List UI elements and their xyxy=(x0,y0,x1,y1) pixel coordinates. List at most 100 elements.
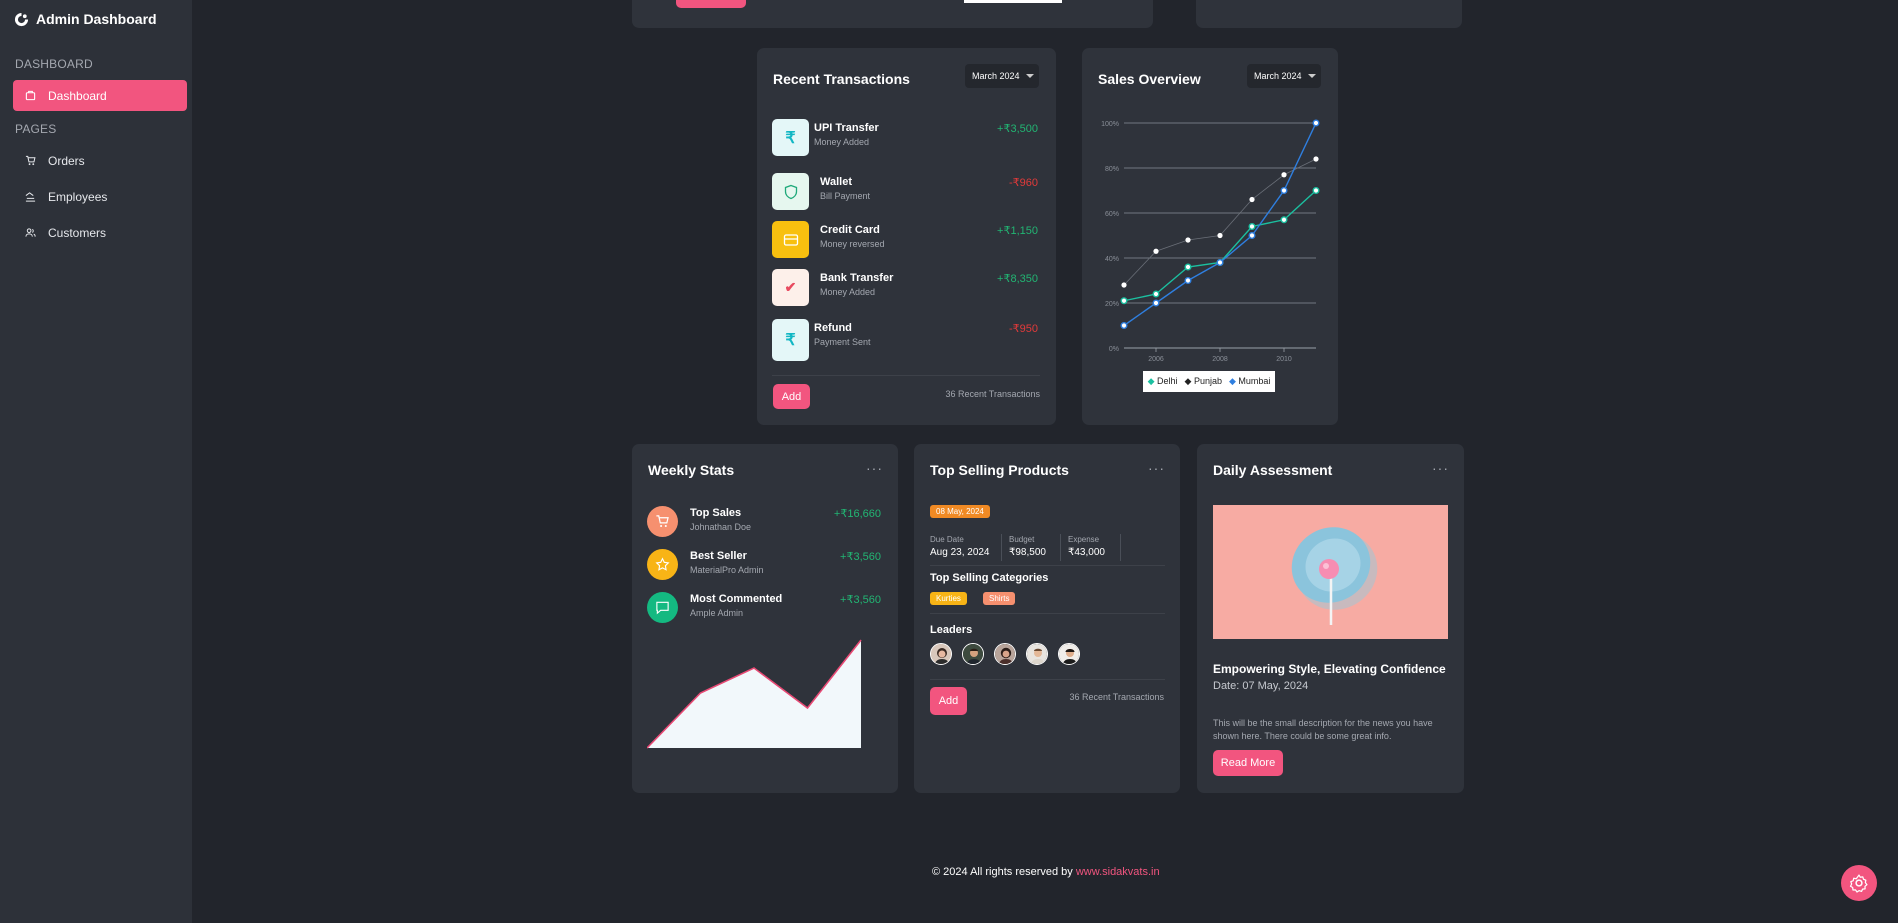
stat-amount: +₹3,560 xyxy=(840,551,881,563)
divider xyxy=(930,679,1165,680)
month-dropdown[interactable]: March 2024 xyxy=(1247,64,1321,88)
transaction-amount: +₹1,150 xyxy=(997,225,1038,237)
logo-icon xyxy=(14,12,29,26)
sparkline-area xyxy=(647,640,861,748)
check-icon: ✔ xyxy=(772,269,809,306)
budget-value: ₹98,500 xyxy=(1009,547,1046,558)
add-transaction-button[interactable]: Add xyxy=(773,384,810,409)
news-headline[interactable]: Empowering Style, Elevating Confidence xyxy=(1213,662,1446,676)
top-card-input[interactable] xyxy=(964,0,1062,3)
shield-icon xyxy=(772,173,809,210)
section-pages-label: PAGES xyxy=(15,122,57,136)
data-point xyxy=(1216,258,1224,266)
legend-item-delhi: ◆ Delhi xyxy=(1147,376,1178,386)
transaction-row[interactable]: ₹ UPI Transfer Money Added +₹3,500 xyxy=(772,119,1038,163)
transaction-row[interactable]: Wallet Bill Payment -₹960 xyxy=(772,173,1038,217)
stat-title: Top Sales xyxy=(690,507,742,519)
card-title: Recent Transactions xyxy=(773,71,910,87)
avatar[interactable] xyxy=(930,643,952,665)
app-title: Admin Dashboard xyxy=(36,11,157,27)
month-dropdown[interactable]: March 2024 xyxy=(965,64,1039,88)
series-line-delhi xyxy=(1123,189,1317,302)
data-point xyxy=(1152,299,1160,307)
data-point xyxy=(1312,119,1320,127)
data-point xyxy=(1312,186,1320,194)
avatar[interactable] xyxy=(1058,643,1080,665)
stat-sub: Ample Admin xyxy=(690,608,744,618)
leaders-title: Leaders xyxy=(930,624,973,636)
divider xyxy=(772,375,1040,376)
sidebar-item-orders[interactable]: Orders xyxy=(13,145,187,176)
card-title: Top Selling Products xyxy=(930,462,1069,478)
stat-title: Most Commented xyxy=(690,593,783,605)
transactions-count: 36 Recent Transactions xyxy=(945,389,1040,399)
footer: © 2024 All rights reserved by www.sidakv… xyxy=(932,866,1160,878)
data-point xyxy=(1280,216,1288,224)
transaction-row[interactable]: ✔ Bank Transfer Money Added +₹8,350 xyxy=(772,269,1038,313)
transaction-amount: +₹3,500 xyxy=(997,123,1038,135)
y-tick-label: 60% xyxy=(1105,211,1119,218)
more-options-icon[interactable]: ··· xyxy=(866,460,883,476)
data-point xyxy=(1120,321,1128,329)
transaction-row[interactable]: Credit Card Money reversed +₹1,150 xyxy=(772,221,1038,265)
sidebar-item-customers[interactable]: Customers xyxy=(13,217,187,248)
transaction-amount: -₹960 xyxy=(1008,177,1038,189)
transaction-sub: Money reversed xyxy=(820,239,885,249)
data-point xyxy=(1248,231,1256,239)
users-icon xyxy=(25,228,36,237)
employees-icon xyxy=(25,192,36,202)
more-options-icon[interactable]: ··· xyxy=(1432,460,1449,476)
transaction-title: Wallet xyxy=(820,176,852,188)
top-card-button[interactable] xyxy=(676,0,746,8)
add-product-button[interactable]: Add xyxy=(930,687,967,715)
card-title: Weekly Stats xyxy=(648,462,735,478)
data-point xyxy=(1121,282,1127,288)
y-tick-label: 0% xyxy=(1109,346,1119,353)
data-point xyxy=(1217,232,1223,239)
settings-button[interactable] xyxy=(1841,865,1877,901)
stat-row[interactable]: Most Commented Ample Admin +₹3,560 xyxy=(647,592,881,626)
transaction-sub: Payment Sent xyxy=(814,337,871,347)
top-card-left xyxy=(632,0,1153,28)
stat-row[interactable]: Top Sales Johnathan Doe +₹16,660 xyxy=(647,506,881,540)
footer-text: © 2024 All rights reserved by xyxy=(932,866,1076,878)
divider xyxy=(1120,534,1121,561)
stat-amount: +₹3,560 xyxy=(840,594,881,606)
read-more-button[interactable]: Read More xyxy=(1213,750,1283,776)
data-point xyxy=(1281,172,1287,178)
sidebar-item-label: Orders xyxy=(48,153,85,168)
cart-icon xyxy=(25,155,36,166)
legend-item-mumbai: ◆ Mumbai xyxy=(1228,376,1271,386)
avatar[interactable] xyxy=(962,643,984,665)
avatar[interactable] xyxy=(1026,643,1048,665)
brand[interactable]: Admin Dashboard xyxy=(14,11,157,27)
stat-sub: Johnathan Doe xyxy=(690,522,752,532)
due-date-label: Due Date xyxy=(930,535,964,544)
sidebar-item-dashboard[interactable]: Dashboard xyxy=(13,80,187,111)
stat-amount: +₹16,660 xyxy=(833,508,881,520)
legend-item-punjab: ◆ Punjab xyxy=(1184,376,1222,386)
categories-title: Top Selling Categories xyxy=(930,572,1049,584)
dropdown-value: March 2024 xyxy=(972,71,1020,81)
sidebar-item-employees[interactable]: Employees xyxy=(13,181,187,212)
sidebar: Admin Dashboard DASHBOARD Dashboard PAGE… xyxy=(0,0,192,923)
stat-row[interactable]: Best Seller MaterialPro Admin +₹3,560 xyxy=(647,549,881,583)
avatar[interactable] xyxy=(994,643,1016,665)
weekly-area-chart xyxy=(647,639,862,749)
chart-legend: ◆ Delhi ◆ Punjab ◆ Mumbai xyxy=(1143,371,1275,392)
divider xyxy=(1001,534,1002,561)
divider xyxy=(930,613,1165,614)
daily-assessment-card: Daily Assessment ··· Empowering Style, E… xyxy=(1197,444,1464,793)
transaction-row[interactable]: ₹ Refund Payment Sent -₹950 xyxy=(772,319,1038,363)
more-options-icon[interactable]: ··· xyxy=(1148,460,1165,476)
category-tag[interactable]: Kurties xyxy=(930,592,967,605)
data-point xyxy=(1120,297,1128,305)
data-point xyxy=(1249,196,1255,203)
transaction-amount: -₹950 xyxy=(1008,323,1038,335)
rupee-icon: ₹ xyxy=(772,319,809,361)
data-point xyxy=(1184,276,1192,284)
divider xyxy=(930,565,1165,566)
data-point xyxy=(1280,186,1288,194)
footer-link[interactable]: www.sidakvats.in xyxy=(1076,866,1160,878)
category-tag[interactable]: Shirts xyxy=(983,592,1016,605)
